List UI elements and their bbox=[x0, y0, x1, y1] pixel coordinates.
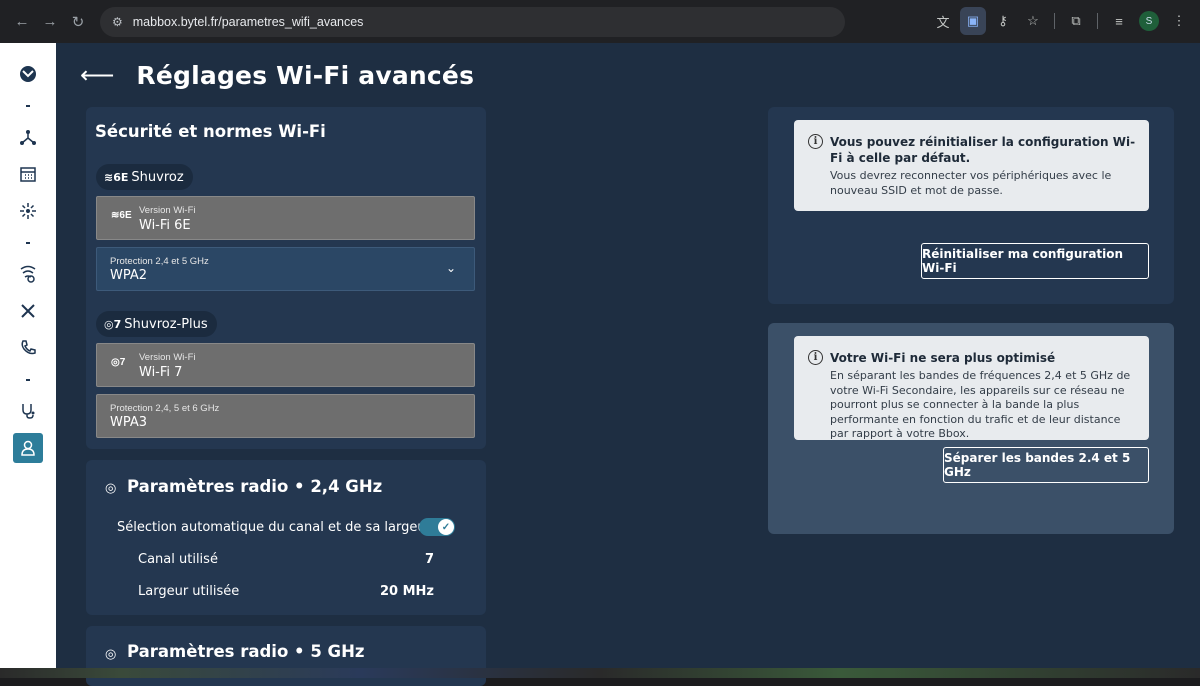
url-text: mabbox.bytel.fr/parametres_wifi_avances bbox=[132, 14, 364, 29]
network-chip: ◎7 Shuvroz-Plus bbox=[96, 311, 217, 337]
back-nav-icon[interactable]: ← bbox=[8, 8, 36, 36]
menu-kebab-icon[interactable]: ⋮ bbox=[1166, 7, 1192, 35]
wifi-7-icon: ◎7 bbox=[104, 317, 122, 331]
page-header: ⟵ Réglages Wi-Fi avancés bbox=[80, 61, 474, 90]
wifi-settings-icon[interactable] bbox=[13, 259, 43, 289]
phone-icon[interactable] bbox=[13, 333, 43, 363]
radio-24-title: Paramètres radio • 2,4 GHz bbox=[127, 477, 383, 496]
logo-icon[interactable] bbox=[13, 59, 43, 89]
radio-icon: ◎ bbox=[105, 646, 117, 661]
wifi-version-field: ≋6E Version Wi-Fi Wi-Fi 6E bbox=[96, 196, 475, 240]
channel-value: 7 bbox=[424, 552, 434, 567]
page-title: Réglages Wi-Fi avancés bbox=[136, 61, 475, 90]
network-topology-icon[interactable] bbox=[13, 123, 43, 153]
sidebar-separator bbox=[26, 105, 30, 107]
main-content: ⟵ Réglages Wi-Fi avancés Sécurité et nor… bbox=[56, 43, 1200, 686]
width-value: 20 MHz bbox=[380, 584, 434, 599]
toolbar-divider bbox=[1097, 13, 1098, 29]
cast-icon[interactable]: ▣ bbox=[960, 7, 986, 35]
field-label: Protection 2,4 et 5 GHz bbox=[110, 256, 209, 267]
wifi-7-icon: ◎7 bbox=[111, 357, 126, 368]
wifi-burst-icon[interactable] bbox=[13, 196, 43, 226]
sidebar bbox=[0, 43, 56, 670]
split-bands-button[interactable]: Séparer les bandes 2.4 et 5 GHz bbox=[943, 447, 1149, 483]
address-bar[interactable]: ⚙ mabbox.bytel.fr/parametres_wifi_avance… bbox=[100, 6, 845, 37]
field-label: Protection 2,4, 5 et 6 GHz bbox=[110, 403, 220, 414]
info-title: Vous pouvez réinitialiser la configurati… bbox=[830, 135, 1136, 165]
calendar-icon[interactable] bbox=[13, 159, 43, 189]
info-icon: i bbox=[808, 134, 823, 149]
profile-button[interactable]: S bbox=[1136, 7, 1162, 35]
auto-channel-toggle[interactable]: ✓ bbox=[419, 518, 455, 536]
channel-label: Canal utilisé bbox=[138, 552, 218, 567]
wifi-6e-icon: ≋6E bbox=[111, 210, 132, 221]
translate-icon[interactable]: 文 bbox=[930, 7, 956, 35]
sidebar-separator bbox=[26, 379, 30, 381]
split-bands-card: i Votre Wi-Fi ne sera plus optimisé En s… bbox=[768, 323, 1174, 534]
forward-nav-icon[interactable]: → bbox=[36, 8, 64, 36]
account-user-icon[interactable] bbox=[13, 433, 43, 463]
radio-icon: ◎ bbox=[105, 480, 117, 495]
browser-toolbar: ← → ↻ ⚙ mabbox.bytel.fr/parametres_wifi_… bbox=[0, 0, 1200, 43]
key-icon[interactable]: ⚷ bbox=[990, 7, 1016, 35]
info-text: Vous devrez reconnecter vos périphérique… bbox=[830, 169, 1112, 197]
security-title: Sécurité et normes Wi-Fi bbox=[95, 122, 326, 141]
app-root: ⟵ Réglages Wi-Fi avancés Sécurité et nor… bbox=[0, 43, 1200, 686]
bookmark-star-icon[interactable]: ☆ bbox=[1020, 7, 1046, 35]
network-name: Shuvroz bbox=[131, 169, 184, 185]
tools-icon[interactable] bbox=[13, 296, 43, 326]
extensions-icon[interactable]: ⧉ bbox=[1063, 7, 1089, 35]
toolbar-divider bbox=[1054, 13, 1055, 29]
security-card: Sécurité et normes Wi-Fi ≋6E Shuvroz ≋6E… bbox=[86, 107, 486, 449]
info-title: Votre Wi-Fi ne sera plus optimisé bbox=[830, 351, 1056, 365]
diagnostic-stethoscope-icon[interactable] bbox=[13, 396, 43, 426]
split-info-box: i Votre Wi-Fi ne sera plus optimisé En s… bbox=[794, 336, 1149, 440]
width-label: Largeur utilisée bbox=[138, 584, 240, 599]
check-icon: ✓ bbox=[438, 519, 454, 535]
sidebar-separator bbox=[26, 242, 30, 244]
info-text: En séparant les bandes de fréquences 2,4… bbox=[830, 369, 1131, 440]
reset-info-box: i Vous pouvez réinitialiser la configura… bbox=[794, 120, 1149, 211]
field-value: Wi-Fi 6E bbox=[139, 218, 191, 233]
field-value: Wi-Fi 7 bbox=[139, 365, 183, 380]
chevron-down-icon[interactable]: ⌄ bbox=[446, 261, 456, 275]
field-value: WPA2 bbox=[110, 268, 148, 283]
network-name: Shuvroz-Plus bbox=[124, 316, 208, 332]
radio-5-title: Paramètres radio • 5 GHz bbox=[127, 642, 365, 661]
protection-select[interactable]: Protection 2,4 et 5 GHz WPA2 ⌄ bbox=[96, 247, 475, 291]
info-icon: i bbox=[808, 350, 823, 365]
reset-wifi-button[interactable]: Réinitialiser ma configuration Wi-Fi bbox=[921, 243, 1149, 279]
reset-wifi-card: i Vous pouvez réinitialiser la configura… bbox=[768, 107, 1174, 304]
back-arrow-icon[interactable]: ⟵ bbox=[80, 61, 114, 90]
dock-strip bbox=[0, 668, 1200, 678]
field-value: WPA3 bbox=[110, 415, 148, 430]
site-settings-icon[interactable]: ⚙ bbox=[112, 15, 123, 29]
radio-24-card: ◎ Paramètres radio • 2,4 GHz Sélection a… bbox=[86, 460, 486, 615]
protection-field: Protection 2,4, 5 et 6 GHz WPA3 bbox=[96, 394, 475, 438]
network-chip: ≋6E Shuvroz bbox=[96, 164, 193, 190]
wifi-6e-icon: ≋6E bbox=[104, 170, 129, 184]
media-icon[interactable]: ≡ bbox=[1106, 7, 1132, 35]
profile-avatar: S bbox=[1139, 11, 1159, 31]
auto-channel-label: Sélection automatique du canal et de sa … bbox=[117, 520, 431, 535]
wifi-version-field: ◎7 Version Wi-Fi Wi-Fi 7 bbox=[96, 343, 475, 387]
field-label: Version Wi-Fi bbox=[139, 205, 196, 216]
field-label: Version Wi-Fi bbox=[139, 352, 196, 363]
reload-icon[interactable]: ↻ bbox=[64, 8, 92, 36]
